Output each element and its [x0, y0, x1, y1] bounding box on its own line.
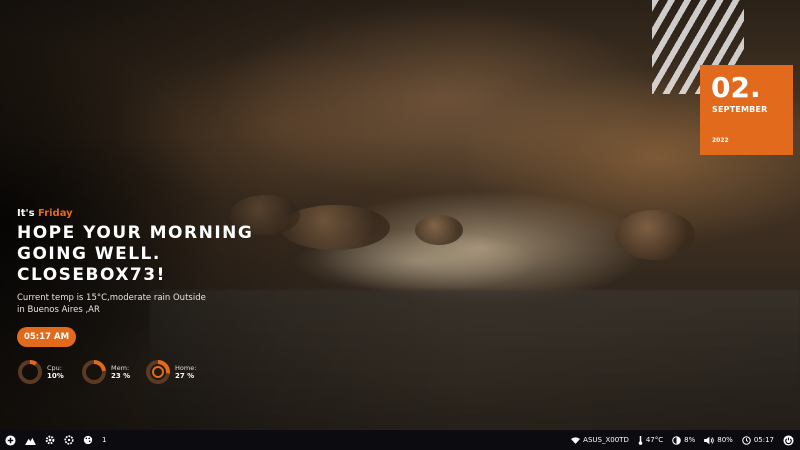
date-year: 2022	[712, 137, 729, 144]
weather-line: in Buenos Aires ,AR	[17, 305, 100, 315]
mem-ring-icon	[82, 360, 106, 384]
volume-value: 80%	[717, 436, 733, 444]
home-gauge: Home: 27 %	[145, 359, 265, 389]
cpu-value: 10%	[47, 372, 64, 380]
clock-icon	[742, 435, 751, 445]
mem-value: 23 %	[111, 372, 131, 380]
volume-icon	[704, 436, 715, 444]
date-card: 02. SEPTEMBER 2022	[700, 65, 793, 155]
headline-line: HOPE YOUR MORNING	[17, 223, 254, 243]
brightness-status[interactable]: 8%	[672, 435, 696, 445]
weekday-name: Friday	[38, 208, 73, 219]
taskbar-left: 1	[0, 434, 106, 446]
home-label: Home:	[175, 364, 197, 372]
gear-icon[interactable]	[45, 435, 55, 445]
mem-label: Mem:	[111, 364, 130, 372]
headline-line: GOING WELL.	[17, 244, 161, 264]
weather-line: Current temp is 15°C,moderate rain Outsi…	[17, 293, 206, 303]
workspace-number[interactable]: 1	[102, 436, 106, 444]
weather-text: Current temp is 15°C,moderate rain Outsi…	[17, 292, 217, 316]
wifi-icon	[571, 436, 581, 444]
temperature-status[interactable]: 47°C	[638, 435, 664, 445]
wifi-status[interactable]: ASUS_X00TD	[571, 436, 629, 444]
brightness-value: 8%	[684, 436, 696, 444]
time-pill: 05:17 AM	[17, 327, 76, 347]
plus-icon[interactable]	[5, 434, 16, 446]
settings-cog-icon[interactable]	[64, 435, 74, 445]
date-day: 02.	[711, 71, 761, 104]
home-ring-icon	[146, 360, 170, 384]
wifi-name: ASUS_X00TD	[583, 436, 629, 444]
taskbar-right: ASUS_X00TD 47°C 8% 80% 05:17	[571, 434, 800, 446]
weekday-line: It's Friday	[17, 208, 73, 219]
thermometer-icon	[638, 435, 643, 445]
clock-value: 05:17	[753, 436, 774, 444]
weekday-prefix: It's	[17, 208, 35, 219]
brightness-icon	[672, 435, 681, 445]
clock-status[interactable]: 05:17	[742, 435, 774, 445]
cpu-label: Cpu:	[47, 364, 62, 372]
cpu-ring-icon	[18, 360, 42, 384]
volume-status[interactable]: 80%	[704, 436, 733, 445]
power-icon[interactable]	[783, 434, 794, 446]
mountain-icon[interactable]	[25, 436, 36, 445]
taskbar: 1 ASUS_X00TD 47°C 8% 80% 05:17	[0, 430, 800, 450]
headline-line: CLOSEBOX73!	[17, 265, 166, 285]
home-value: 27 %	[175, 372, 195, 380]
temperature-value: 47°C	[645, 436, 664, 444]
date-month: SEPTEMBER	[712, 105, 768, 114]
greeting-headline: HOPE YOUR MORNING GOING WELL. CLOSEBOX73…	[17, 223, 257, 286]
palette-icon[interactable]	[83, 435, 93, 445]
